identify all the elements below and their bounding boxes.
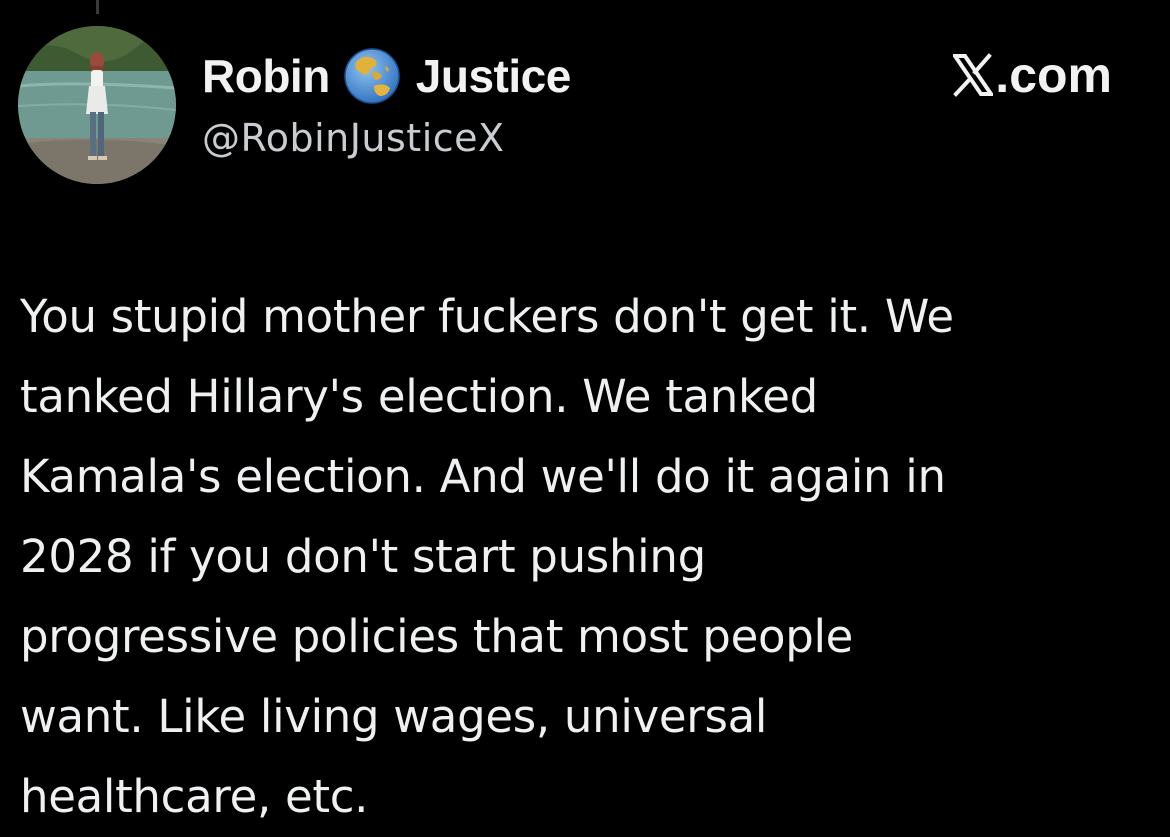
x-logo-icon [951,52,996,98]
avatar[interactable] [18,26,176,184]
tweet-line: tanked Hillary's election. We tanked [20,370,818,423]
tweet-line: healthcare, etc. [20,770,369,823]
avatar-photo [18,26,176,184]
author-display-name-first[interactable]: Robin [202,49,330,103]
author-display-name-last[interactable]: Justice [416,49,572,103]
brand-label: .com [995,47,1112,103]
tweet-body: You stupid mother fuckers don't get it. … [20,277,1160,837]
tweet-line: progressive policies that most people [20,610,854,663]
tweet-line: Kamala's election. And we'll do it again… [20,450,946,503]
tweet-line: want. Like living wages, universal [20,690,768,743]
thread-connector-line [96,0,99,14]
brand-watermark: .com [951,46,1112,104]
author-name-row[interactable]: Robin Justice [202,48,571,104]
tweet-line: You stupid mother fuckers don't get it. … [20,290,954,343]
author-handle[interactable]: @RobinJusticeX [202,116,505,160]
globe-asia-australia-icon [342,46,402,106]
tweet-line: 2028 if you don't start pushing [20,530,706,583]
